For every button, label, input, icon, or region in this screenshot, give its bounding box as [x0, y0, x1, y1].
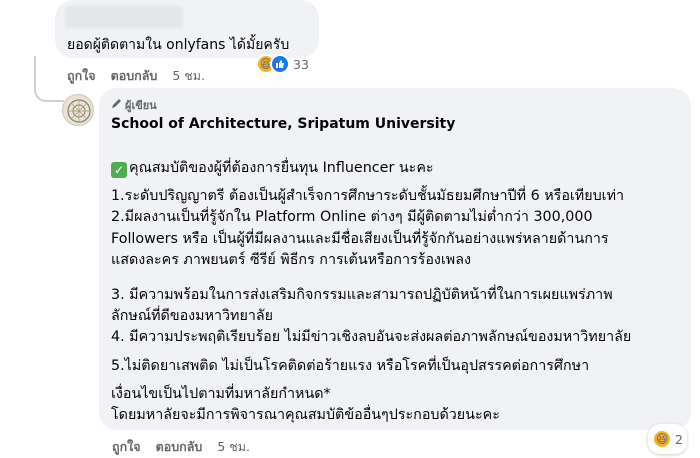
reply-button[interactable]: ตอบกลับ: [156, 437, 203, 457]
author-name[interactable]: School of Architecture, Sripatum Univers…: [111, 116, 455, 132]
pencil-icon: [111, 98, 122, 112]
reply-line: 3. มีความพร้อมในการส่งเสริมกิจกรรมและสาม…: [111, 287, 613, 303]
thread-connector: [34, 56, 64, 102]
reply-line: เงื่อนไขเป็นไปตามที่มหาลัยกำหนด*: [111, 386, 331, 402]
reply-line: แสดงละคร ภาพยนตร์ ซีรีย์ พิธีกร การเต้นห…: [111, 252, 471, 268]
reply-line: 1.ระดับปริญญาตรี ต้องเป็นผู้สำเร็จการศึก…: [111, 188, 625, 204]
reply-timestamp[interactable]: 5 ชม.: [217, 437, 250, 457]
like-button[interactable]: ถูกใจ: [67, 66, 96, 86]
reaction-count: 33: [293, 56, 309, 72]
like-button[interactable]: ถูกใจ: [112, 437, 141, 457]
comment-timestamp[interactable]: 5 ชม.: [172, 66, 205, 86]
author-badge-label: ผู้เขียน: [125, 99, 157, 112]
haha-icon: 😆: [652, 429, 672, 449]
reaction-summary[interactable]: 😆 33: [256, 53, 309, 75]
reply-line: ลักษณ์ที่ดีของมหาวิทยาลัย: [111, 308, 274, 324]
redacted-commenter-name: [65, 6, 183, 28]
avatar[interactable]: [62, 94, 94, 126]
comment-text: ยอดผู้ติดตามใน onlyfans ได้มั้ยครับ: [67, 37, 290, 53]
reply-line: Followers หรือ เป็นผู้ที่มีผลงานและมีชื่…: [111, 231, 609, 247]
reply-line: 5.ไม่ติดยาเสพติด ไม่เป็นโรคติดต่อร้ายแรง…: [111, 358, 590, 374]
reply-line: โดยมหาลัยจะมีการพิจารณาคุณสมบัติข้ออื่นๆ…: [111, 407, 500, 423]
comment-bubble: ยอดผู้ติดตามใน onlyfans ได้มั้ยครับ: [55, 0, 319, 58]
reaction-summary[interactable]: 😆 2: [648, 424, 687, 454]
like-icon: [270, 54, 290, 74]
reply-actions: ถูกใจ ตอบกลับ 5 ชม.: [112, 437, 265, 457]
reply-button[interactable]: ตอบกลับ: [111, 66, 158, 86]
reaction-count: 2: [675, 431, 683, 447]
comment-actions: ถูกใจ ตอบกลับ 5 ชม.: [67, 66, 220, 86]
author-badge: ผู้เขียน: [111, 96, 157, 114]
reply-bubble: ผู้เขียน School of Architecture, Sripatu…: [99, 88, 691, 430]
reply-line: 2.มีผลงานเป็นที่รู้จักใน Platform Online…: [111, 209, 593, 225]
reply-line: 4. มีความประพฤติเรียบร้อย ไม่มีข่าวเชิงล…: [111, 329, 632, 345]
reply-line: ✓ คุณสมบัติของผู้ที่ต้องการยื่นทุน Influe…: [111, 158, 434, 180]
check-mark-icon: ✓: [111, 162, 127, 178]
